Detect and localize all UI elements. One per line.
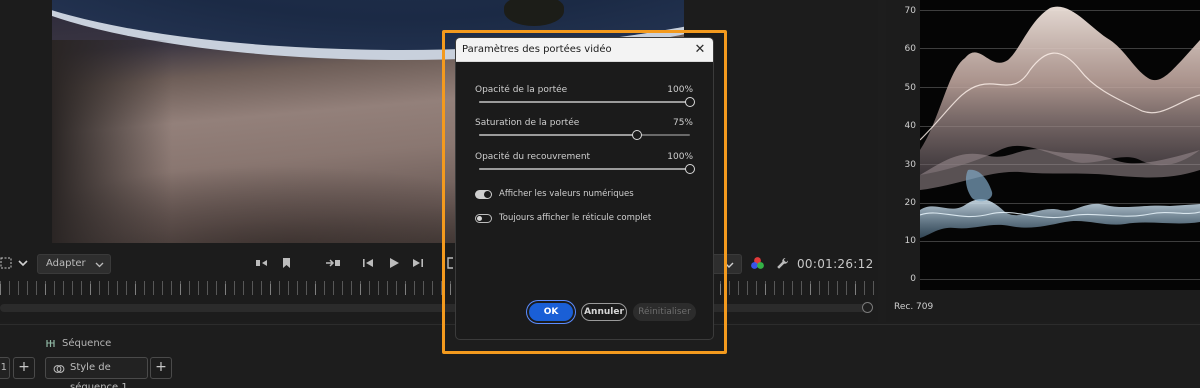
slider-value: 100% xyxy=(667,152,693,162)
slider-label: Saturation de la portée xyxy=(475,118,580,128)
show-numeric-values-toggle[interactable] xyxy=(475,190,492,199)
mark-in-icon[interactable] xyxy=(254,257,268,269)
add-style-button[interactable]: + xyxy=(150,357,172,379)
scope-tick-0: 0 xyxy=(910,274,916,284)
waveform-trace xyxy=(920,6,1200,238)
time-ruler-major-ticks xyxy=(0,284,878,295)
ok-button[interactable]: OK xyxy=(529,303,573,321)
play-icon[interactable] xyxy=(388,257,400,269)
dialog-titlebar[interactable]: Paramètres des portées vidéo ✕ xyxy=(456,38,713,62)
step-forward-icon[interactable] xyxy=(412,257,424,269)
playhead-timecode: 00:01:26:12 xyxy=(797,257,874,271)
scope-opacity-slider[interactable]: Opacité de la portée 100% xyxy=(475,84,697,110)
sequence-panel-label: Séquence xyxy=(62,338,112,349)
scope-saturation-slider[interactable]: Saturation de la portée 75% xyxy=(475,117,697,143)
waveform-scope xyxy=(920,0,1200,290)
sequence-tab-partial-label: 1 xyxy=(0,362,7,373)
slider-fill xyxy=(479,168,690,170)
slider-track[interactable] xyxy=(479,97,695,107)
full-reticle-toggle[interactable] xyxy=(475,214,492,223)
slider-fill xyxy=(479,101,690,103)
style-icon xyxy=(53,365,65,373)
overlay-opacity-slider[interactable]: Opacité du recouvrement 100% xyxy=(475,151,697,177)
slider-thumb[interactable] xyxy=(685,97,695,107)
scope-tick-40: 40 xyxy=(904,121,916,131)
scope-settings-dialog: Paramètres des portées vidéo ✕ Opacité d… xyxy=(455,37,714,340)
slider-thumb[interactable] xyxy=(632,130,643,140)
add-sequence-button[interactable]: + xyxy=(13,357,35,379)
mark-out-icon[interactable] xyxy=(281,256,293,270)
wrench-settings-icon[interactable] xyxy=(776,257,789,270)
sequence-icon xyxy=(46,340,55,347)
color-wheels-icon[interactable] xyxy=(750,256,765,271)
zoom-fit-select[interactable]: Adapter xyxy=(37,254,111,274)
go-to-in-icon[interactable] xyxy=(325,257,341,269)
slider-label: Opacité du recouvrement xyxy=(475,152,591,162)
zoom-fit-value: Adapter xyxy=(46,258,86,269)
dialog-title: Paramètres des portées vidéo xyxy=(462,44,612,55)
slider-track[interactable] xyxy=(479,164,695,174)
slider-value: 100% xyxy=(667,85,693,95)
scope-tick-10: 10 xyxy=(904,236,916,246)
step-back-icon[interactable] xyxy=(362,257,374,269)
slider-thumb[interactable] xyxy=(685,164,695,174)
scope-tick-20: 20 xyxy=(904,198,916,208)
sequence-tab-partial[interactable]: 1 xyxy=(0,357,10,379)
scope-tick-70: 70 xyxy=(904,6,916,16)
show-numeric-values-toggle-row[interactable]: Afficher les valeurs numériques xyxy=(475,189,705,203)
slider-label: Opacité de la portée xyxy=(475,85,568,95)
scope-tick-50: 50 xyxy=(904,83,916,93)
slider-value: 75% xyxy=(672,118,693,128)
slider-track[interactable] xyxy=(479,130,690,140)
sequence-style-label: Style de séquence 1 xyxy=(70,362,128,388)
full-reticle-toggle-row[interactable]: Toujours afficher le réticule complet xyxy=(475,213,705,227)
monitor-controls: Adapter 00:01:26:12 xyxy=(0,252,878,276)
scope-tick-30: 30 xyxy=(904,160,916,170)
safe-margins-icon[interactable] xyxy=(0,257,12,269)
sequence-style-chip[interactable]: Style de séquence 1 xyxy=(45,357,148,388)
chevron-down-icon[interactable] xyxy=(18,258,28,268)
close-icon[interactable]: ✕ xyxy=(691,41,709,59)
chevron-down-icon xyxy=(95,262,104,268)
color-space-label: Rec. 709 xyxy=(894,302,934,312)
premiere-workspace: Adapter 00:01:26:12 70 60 50 40 30 20 10… xyxy=(0,0,1200,388)
toggle-label: Afficher les valeurs numériques xyxy=(499,189,634,199)
dialog-body: Opacité de la portée 100% Saturation de … xyxy=(456,62,713,339)
scrollbar-handle[interactable] xyxy=(862,302,873,313)
monitor-scrollbar[interactable] xyxy=(0,304,872,312)
slider-fill xyxy=(479,134,638,136)
program-monitor-panel: Adapter 00:01:26:12 xyxy=(0,0,878,322)
toggle-label: Toujours afficher le réticule complet xyxy=(499,213,652,223)
lumetri-scopes-panel: 70 60 50 40 30 20 10 0 Rec. 709 xyxy=(886,0,1200,322)
reset-button[interactable]: Réinitialiser xyxy=(633,303,696,321)
cancel-button[interactable]: Annuler xyxy=(581,303,627,321)
scope-tick-60: 60 xyxy=(904,44,916,54)
